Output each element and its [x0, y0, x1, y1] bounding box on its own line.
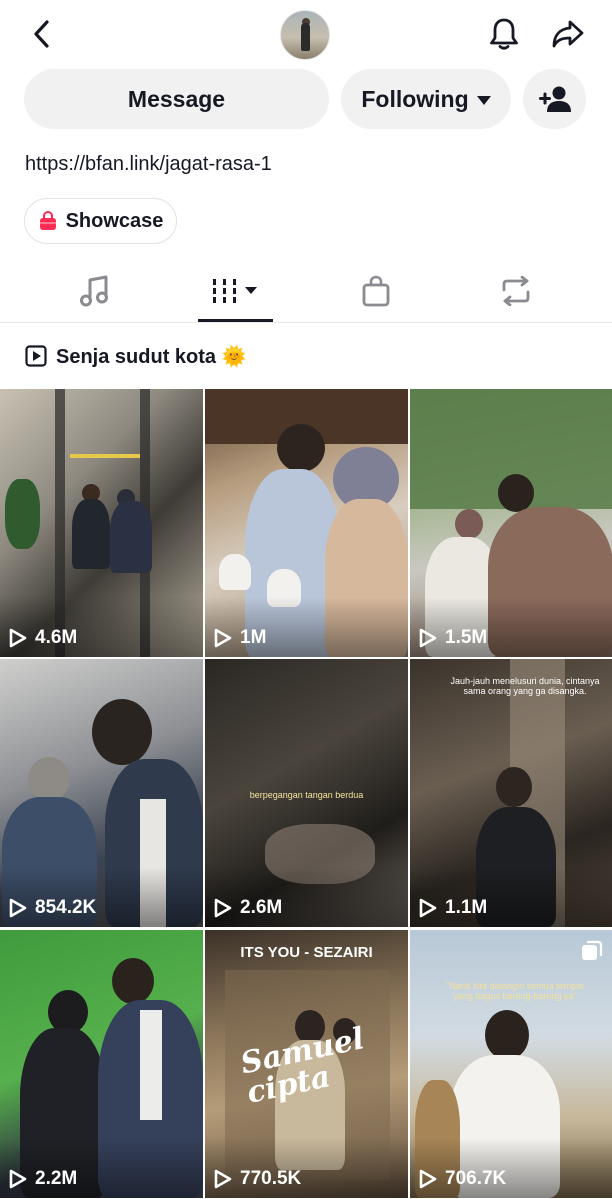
profile-avatar[interactable]	[280, 10, 330, 60]
bell-icon	[490, 18, 518, 50]
video-thumbnail[interactable]: 854.2K	[0, 659, 203, 927]
view-count: 854.2K	[9, 897, 96, 919]
play-icon	[9, 628, 27, 648]
tab-reposts[interactable]	[476, 258, 556, 323]
showcase-label: Showcase	[65, 209, 164, 232]
notifications-button[interactable]	[484, 14, 524, 54]
message-button[interactable]: Message	[24, 69, 329, 129]
video-thumbnail[interactable]: 2.2M	[0, 930, 203, 1198]
video-caption: "Nanti kita datangin semua tempat yang b…	[446, 981, 584, 1001]
view-count: 4.6M	[9, 627, 77, 649]
profile-tabs	[0, 258, 612, 323]
bio-link[interactable]: https://bfan.link/jagat-rasa-1	[25, 153, 272, 176]
video-caption: Jauh-jauh menelusuri dunia, cintanya sam…	[450, 676, 600, 696]
tab-active-indicator	[198, 319, 273, 322]
shopping-bag-icon	[39, 211, 56, 230]
view-count: 2.6M	[214, 897, 282, 919]
showcase-button[interactable]: Showcase	[24, 198, 177, 244]
play-icon	[419, 1169, 437, 1189]
playlist-entry[interactable]: Senja sudut kota 🌞	[25, 342, 247, 370]
add-user-icon	[538, 86, 571, 112]
following-label: Following	[361, 85, 469, 112]
music-note-icon	[80, 275, 108, 306]
tab-shop[interactable]	[336, 258, 416, 323]
add-friend-button[interactable]	[523, 69, 586, 129]
repost-icon	[502, 275, 530, 306]
view-count: 1.5M	[419, 627, 487, 649]
video-caption: berpegangan tangan berdua	[249, 790, 364, 800]
view-count: 1M	[214, 627, 266, 649]
video-thumbnail[interactable]: 1M	[205, 389, 408, 657]
video-thumbnail[interactable]: 1.5M	[410, 389, 612, 657]
video-thumbnail[interactable]: Jauh-jauh menelusuri dunia, cintanya sam…	[410, 659, 612, 927]
play-icon	[9, 1169, 27, 1189]
following-button[interactable]: Following	[341, 69, 511, 129]
playlist-play-icon	[25, 345, 47, 367]
chevron-left-icon	[34, 20, 49, 48]
video-thumbnail[interactable]: ITS YOU - SEZAIRI Samuel cipta 770.5K	[205, 930, 408, 1198]
play-icon	[9, 898, 27, 918]
video-thumbnail[interactable]: 4.6M	[0, 389, 203, 657]
caret-down-icon	[476, 95, 491, 105]
shopping-bag-icon	[362, 275, 390, 306]
back-button[interactable]	[22, 14, 62, 54]
tab-videos[interactable]	[196, 258, 276, 323]
grid-icon	[213, 278, 257, 303]
view-count: 706.7K	[419, 1168, 506, 1190]
share-arrow-icon	[552, 20, 584, 48]
tab-music[interactable]	[54, 258, 134, 323]
view-count: 2.2M	[9, 1168, 77, 1190]
play-icon	[419, 628, 437, 648]
video-thumbnail[interactable]: berpegangan tangan berdua 2.6M	[205, 659, 408, 927]
playlist-label: Senja sudut kota 🌞	[56, 345, 247, 368]
top-bar	[0, 0, 612, 70]
play-icon	[214, 1169, 232, 1189]
view-count: 1.1M	[419, 897, 487, 919]
video-title: ITS YOU - SEZAIRI	[240, 944, 373, 961]
play-icon	[419, 898, 437, 918]
multi-image-icon	[581, 940, 603, 967]
play-icon	[214, 898, 232, 918]
play-icon	[214, 628, 232, 648]
video-thumbnail[interactable]: "Nanti kita datangin semua tempat yang b…	[410, 930, 612, 1198]
share-button[interactable]	[548, 14, 588, 54]
view-count: 770.5K	[214, 1168, 301, 1190]
message-label: Message	[127, 85, 226, 112]
